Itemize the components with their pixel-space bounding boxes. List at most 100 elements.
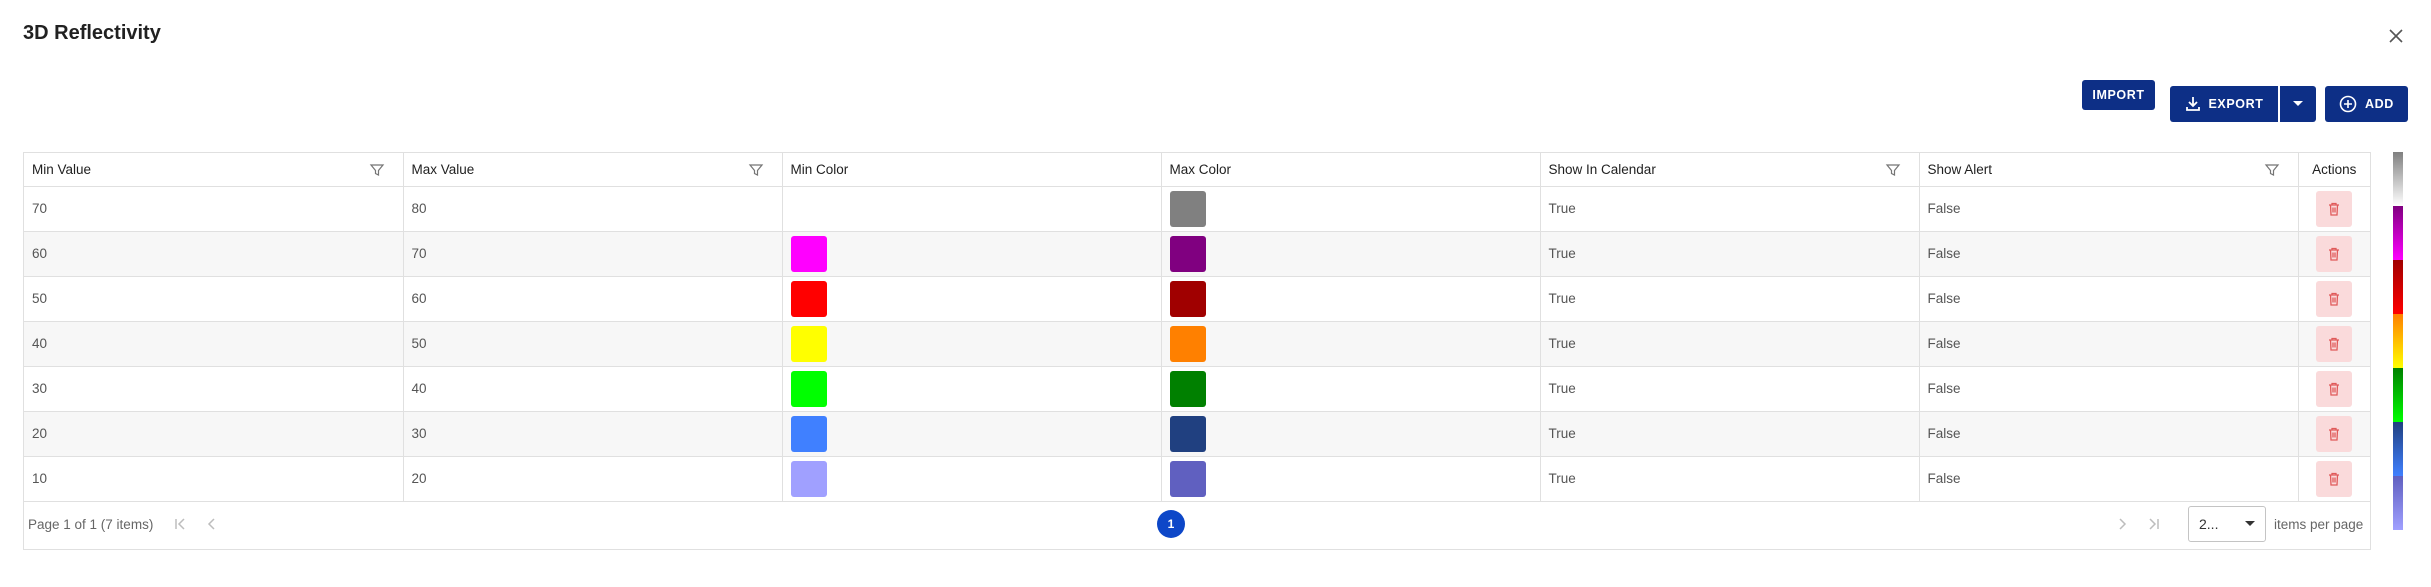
max-color-swatch[interactable]	[1169, 280, 1206, 317]
cell-min-color	[782, 366, 1162, 412]
cell-show-in-calendar: True	[1540, 186, 1920, 232]
cell-actions	[2298, 186, 2370, 232]
cell-min-color	[782, 321, 1162, 367]
next-page-icon[interactable]	[2114, 516, 2130, 532]
column-header-label: Actions	[2312, 161, 2357, 177]
column-header-label: Min Value	[32, 161, 92, 177]
reflectivity-table: Min Value Max Value Min Color Max Color …	[24, 153, 2370, 502]
cell-min-value: 60	[24, 231, 404, 277]
first-page-icon[interactable]	[172, 516, 188, 532]
column-header-min-color[interactable]: Min Color	[782, 153, 1162, 187]
column-header-actions: Actions	[2298, 153, 2370, 187]
data-grid: Min Value Max Value Min Color Max Color …	[23, 152, 2371, 550]
color-scale-segment	[2393, 476, 2403, 530]
min-color-swatch[interactable]	[790, 415, 827, 452]
table-row[interactable]: 60 70 True False	[24, 231, 2370, 277]
min-color-swatch[interactable]	[790, 370, 827, 407]
cell-max-color	[1161, 366, 1541, 412]
max-color-swatch[interactable]	[1169, 235, 1206, 272]
min-color-swatch[interactable]	[790, 280, 827, 317]
cell-min-value: 30	[24, 366, 404, 412]
cell-actions	[2298, 321, 2370, 367]
delete-button[interactable]	[2316, 460, 2353, 497]
prev-page-icon[interactable]	[204, 516, 220, 532]
table-row[interactable]: 30 40 True False	[24, 366, 2370, 412]
min-color-swatch[interactable]	[790, 325, 827, 362]
cell-max-color	[1161, 411, 1541, 457]
column-header-max-color[interactable]: Max Color	[1161, 153, 1541, 187]
color-scale-segment	[2393, 422, 2403, 476]
table-row[interactable]: 50 60 True False	[24, 276, 2370, 322]
caret-down-icon	[2293, 101, 2303, 106]
pager: Page 1 of 1 (7 items) 1 2... items per p…	[24, 502, 2370, 548]
cell-show-alert: False	[1919, 321, 2299, 367]
cell-actions	[2298, 276, 2370, 322]
column-header-show-in-calendar[interactable]: Show In Calendar	[1540, 153, 1920, 187]
filter-icon[interactable]	[2264, 162, 2280, 178]
page-button-current[interactable]: 1	[1157, 509, 1185, 538]
cell-max-color	[1161, 456, 1541, 502]
last-page-icon[interactable]	[2146, 516, 2162, 532]
delete-button[interactable]	[2316, 325, 2353, 362]
per-page-label: items per page	[2274, 516, 2364, 532]
filter-icon[interactable]	[748, 162, 764, 178]
add-button[interactable]: ADD	[2325, 86, 2408, 122]
delete-button[interactable]	[2316, 280, 2353, 317]
trash-icon	[2329, 292, 2340, 306]
export-button-label: EXPORT	[2208, 97, 2264, 111]
cell-show-in-calendar: True	[1540, 411, 1920, 457]
cell-actions	[2298, 456, 2370, 502]
pager-info: Page 1 of 1 (7 items)	[28, 516, 154, 532]
cell-max-value: 20	[403, 456, 783, 502]
cell-min-value: 50	[24, 276, 404, 322]
trash-icon	[2329, 427, 2340, 441]
cell-max-value: 70	[403, 231, 783, 277]
max-color-swatch[interactable]	[1169, 370, 1206, 407]
table-row[interactable]: 40 50 True False	[24, 321, 2370, 367]
max-color-swatch[interactable]	[1169, 190, 1206, 227]
column-header-show-alert[interactable]: Show Alert	[1919, 153, 2299, 187]
delete-button[interactable]	[2316, 415, 2353, 452]
cell-max-value: 40	[403, 366, 783, 412]
delete-button[interactable]	[2316, 190, 2353, 227]
column-header-min-value[interactable]: Min Value	[24, 153, 404, 187]
max-color-swatch[interactable]	[1169, 460, 1206, 497]
cell-show-in-calendar: True	[1540, 276, 1920, 322]
import-button[interactable]: IMPORT	[2082, 80, 2155, 110]
color-scale-segment	[2393, 206, 2403, 260]
max-color-swatch[interactable]	[1169, 415, 1206, 452]
cell-min-color	[782, 411, 1162, 457]
export-button[interactable]: EXPORT	[2170, 86, 2278, 122]
cell-min-color	[782, 276, 1162, 322]
delete-button[interactable]	[2316, 370, 2353, 407]
cell-max-value: 80	[403, 186, 783, 232]
table-row[interactable]: 10 20 True False	[24, 456, 2370, 502]
filter-icon[interactable]	[369, 162, 385, 178]
download-icon	[2185, 97, 2200, 111]
max-color-swatch[interactable]	[1169, 325, 1206, 362]
page-size-select[interactable]: 2...	[2188, 505, 2266, 542]
cell-max-color	[1161, 186, 1541, 232]
table-row[interactable]: 70 80 True False	[24, 186, 2370, 232]
color-scale-segment	[2393, 152, 2403, 206]
column-header-label: Max Value	[411, 161, 475, 177]
cell-max-value: 50	[403, 321, 783, 367]
reflectivity-dialog: 3D Reflectivity IMPORT EXPORT ADD Min Va…	[0, 0, 2431, 587]
caret-down-icon	[2245, 520, 2255, 526]
trash-icon	[2329, 382, 2340, 396]
delete-button[interactable]	[2316, 235, 2353, 272]
cell-min-color	[782, 456, 1162, 502]
column-header-max-value[interactable]: Max Value	[403, 153, 783, 187]
column-header-label: Min Color	[790, 161, 849, 177]
export-options-button[interactable]	[2280, 86, 2316, 122]
min-color-swatch[interactable]	[790, 235, 827, 272]
cell-show-alert: False	[1919, 366, 2299, 412]
filter-icon[interactable]	[1885, 162, 1901, 178]
table-row[interactable]: 20 30 True False	[24, 411, 2370, 457]
cell-min-color	[782, 231, 1162, 277]
cell-show-alert: False	[1919, 231, 2299, 277]
close-button[interactable]	[2382, 22, 2410, 50]
min-color-swatch[interactable]	[790, 460, 827, 497]
cell-actions	[2298, 231, 2370, 277]
table-body: 70 80 True False 60 70 True False 50 60 True False 4…	[24, 186, 2370, 502]
